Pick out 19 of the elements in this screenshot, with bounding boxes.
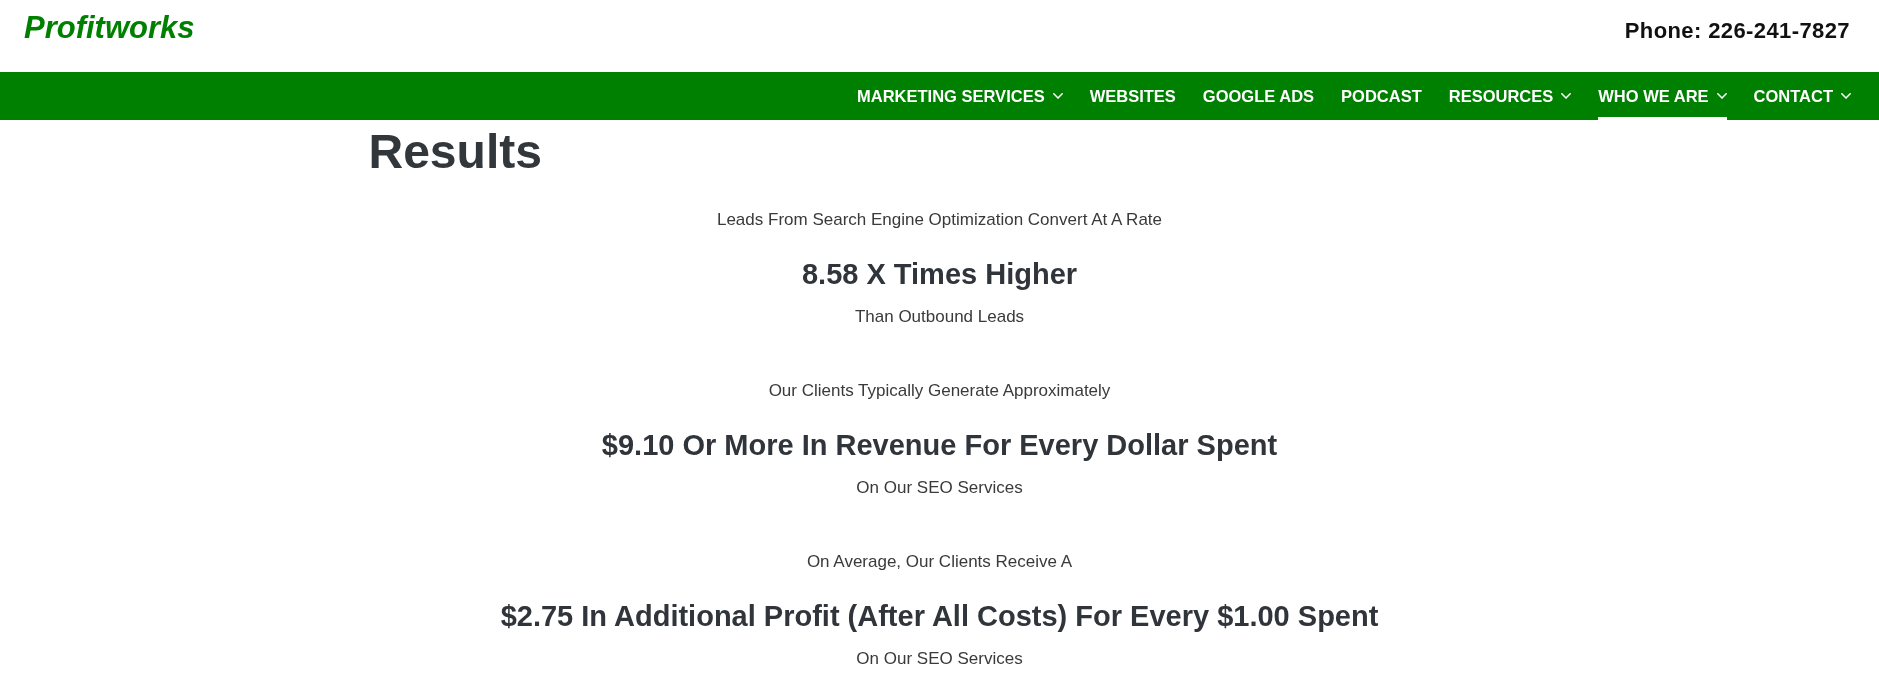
stat-figure: $2.75 In Additional Profit (After All Costs) For Every $1.00 Spent — [500, 599, 1379, 634]
nav-link[interactable]: RESOURCES — [1448, 72, 1572, 120]
stat-intro: On Average, Our Clients Receive A — [806, 551, 1073, 573]
nav-link[interactable]: WEBSITES — [1089, 72, 1176, 120]
nav-link[interactable]: WHO WE ARE — [1598, 72, 1727, 120]
nav-link[interactable]: GOOGLE ADS — [1202, 72, 1315, 120]
nav-link[interactable]: CONTACT — [1753, 72, 1851, 120]
phone-number: Phone: 226-241-7827 — [1624, 20, 1850, 42]
stat-intro: Our Clients Typically Generate Approximately — [768, 380, 1111, 402]
stat-intro: Leads From Search Engine Optimization Convert At A Rate — [716, 209, 1163, 231]
page-heading: Results — [368, 124, 542, 180]
stat-detail: On Our SEO Services — [856, 648, 1023, 670]
nav-link[interactable]: PODCAST — [1341, 72, 1422, 120]
stat-figure: $9.10 Or More In Revenue For Every Dollar Spent — [601, 428, 1278, 463]
stat-figure: 8.58 X Times Higher — [801, 257, 1078, 292]
stat-detail: Than Outbound Leads — [854, 306, 1025, 328]
logo-link[interactable]: Profitworks — [24, 12, 195, 43]
nav-link[interactable]: MARKETING SERVICES — [857, 72, 1063, 120]
stat-detail: On Our SEO Services — [856, 477, 1023, 499]
